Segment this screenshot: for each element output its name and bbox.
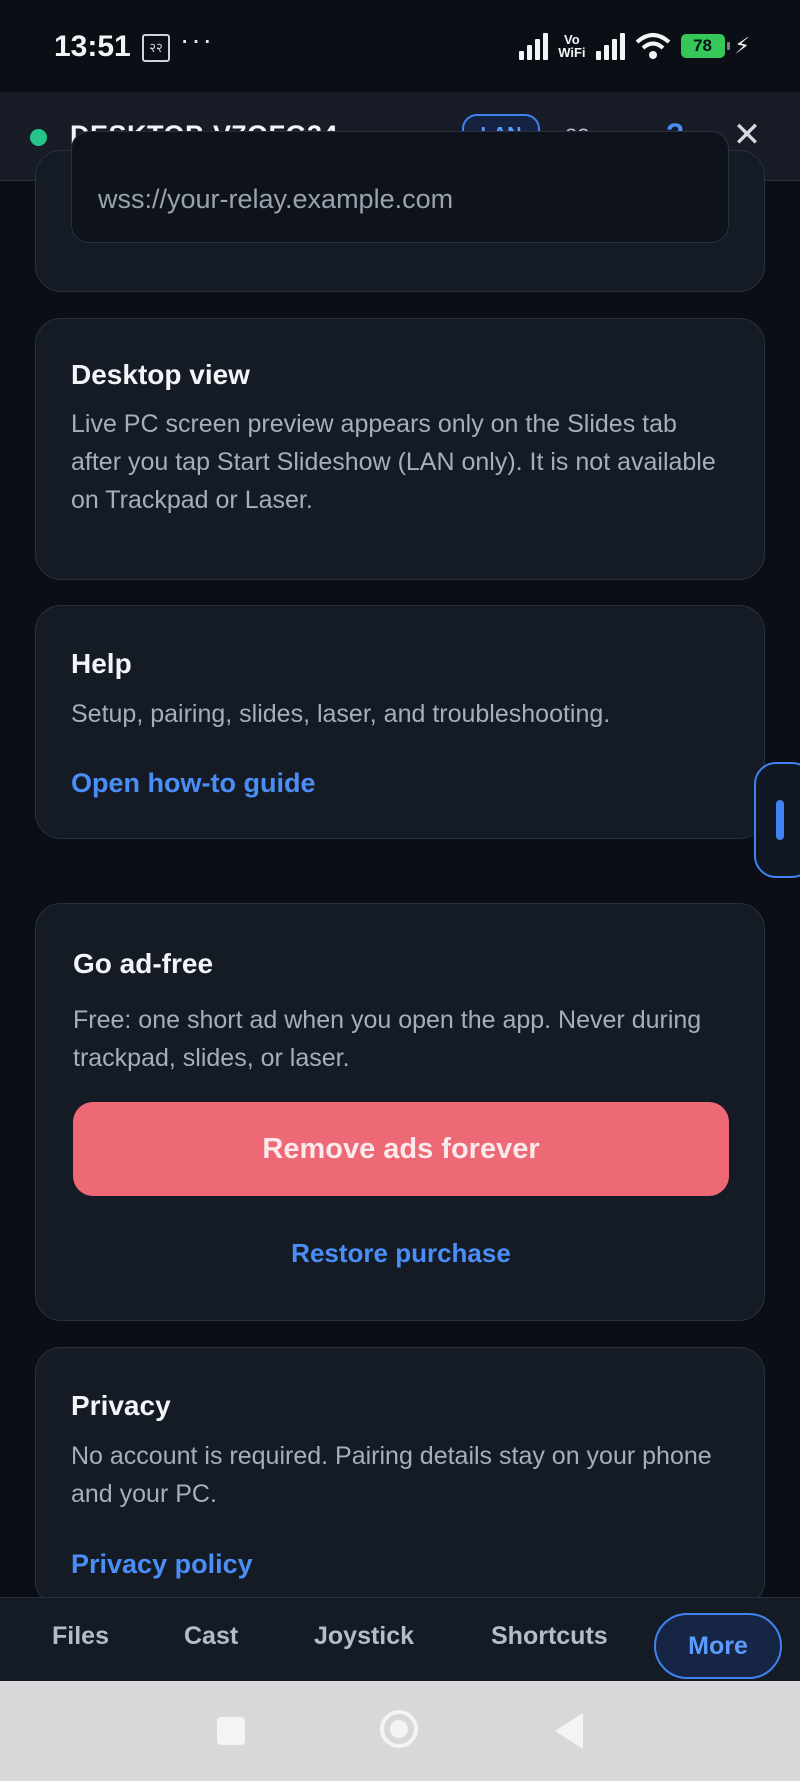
status-icons: Vo WiFi 78 ⚡	[519, 28, 750, 64]
desktop-view-description: Live PC screen preview appears only on t…	[71, 410, 716, 514]
help-card: Help Setup, pairing, slides, laser, and …	[35, 605, 765, 839]
wifi-icon	[635, 33, 670, 59]
tab-files[interactable]: Files	[52, 1622, 109, 1651]
back-button[interactable]	[555, 1713, 583, 1749]
vowifi-line2: WiFi	[558, 45, 586, 60]
relay-card	[35, 131, 765, 292]
restore-purchase-link[interactable]: Restore purchase	[36, 1238, 766, 1269]
tab-cast[interactable]: Cast	[184, 1622, 238, 1651]
privacy-policy-link[interactable]: Privacy policy	[71, 1549, 253, 1580]
connection-status-dot	[30, 129, 47, 146]
home-button[interactable]	[380, 1710, 418, 1748]
help-title: Help	[71, 648, 132, 679]
tab-joystick[interactable]: Joystick	[314, 1622, 414, 1651]
remove-ads-button[interactable]: Remove ads forever	[73, 1102, 729, 1196]
charging-icon: ⚡	[734, 33, 750, 58]
signal-icon-2	[595, 32, 625, 60]
more-notifications-icon: ···	[180, 24, 214, 55]
status-bar: 13:51 २२ ··· Vo WiFi 78 ⚡	[0, 0, 800, 92]
battery-icon: 78	[680, 34, 730, 58]
side-drawer-handle[interactable]	[754, 762, 800, 878]
ad-free-card: Go ad-free Free: one short ad when you o…	[35, 903, 765, 1321]
vowifi-icon: Vo WiFi	[558, 33, 585, 59]
notification-icon: २२	[142, 34, 170, 62]
system-navigation-bar	[0, 1681, 800, 1781]
drag-handle-icon	[776, 800, 784, 840]
desktop-view-title: Desktop view	[71, 359, 250, 390]
tab-more[interactable]: More	[654, 1613, 782, 1679]
recents-button[interactable]	[217, 1717, 245, 1745]
ad-free-title: Go ad-free	[73, 948, 214, 979]
privacy-title: Privacy	[71, 1390, 171, 1421]
ad-free-description: Free: one short ad when you open the app…	[73, 1006, 702, 1072]
open-guide-link[interactable]: Open how-to guide	[71, 768, 315, 799]
bottom-navigation: Files Cast Joystick Shortcuts More	[0, 1597, 800, 1682]
clock: 13:51	[54, 30, 131, 63]
help-description: Setup, pairing, slides, laser, and troub…	[71, 700, 611, 728]
privacy-card: Privacy No account is required. Pairing …	[35, 1347, 765, 1607]
relay-url-input[interactable]	[98, 184, 698, 215]
privacy-description: No account is required. Pairing details …	[71, 1442, 712, 1508]
desktop-view-card: Desktop view Live PC screen preview appe…	[35, 318, 765, 580]
tab-shortcuts[interactable]: Shortcuts	[491, 1622, 608, 1651]
relay-url-field[interactable]	[71, 131, 729, 243]
signal-icon	[519, 32, 549, 60]
